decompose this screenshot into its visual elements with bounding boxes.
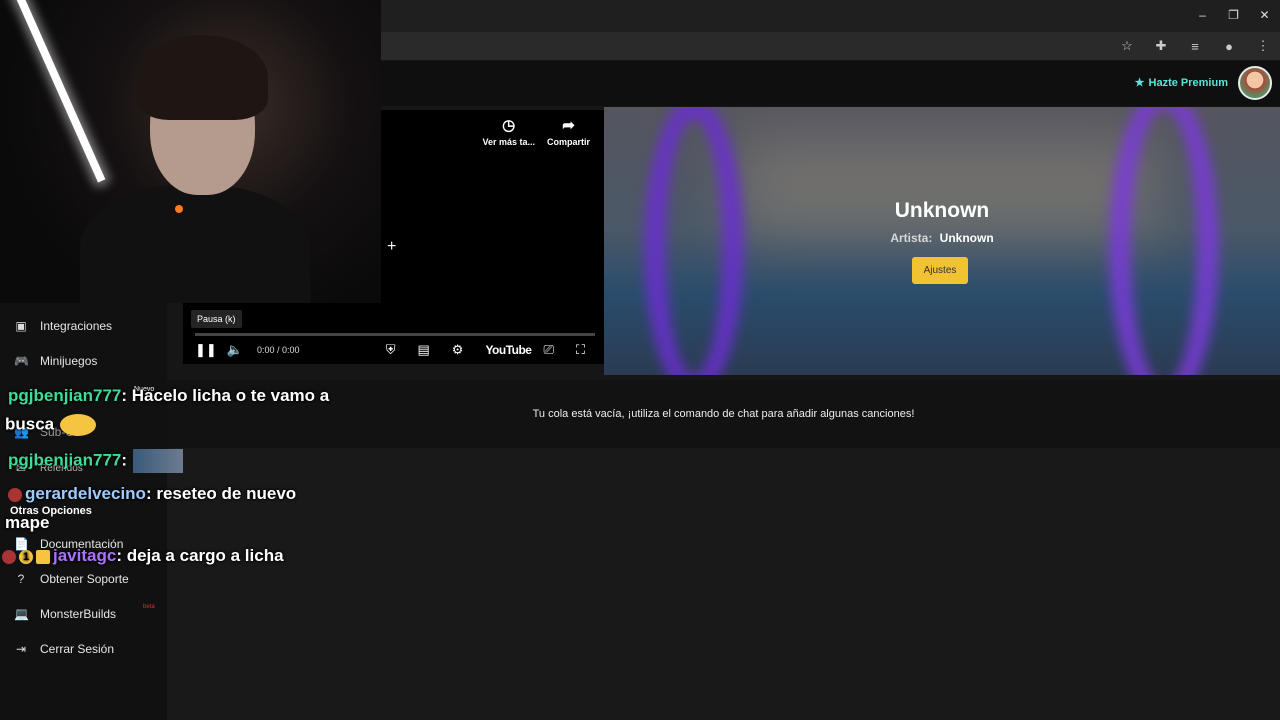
menu-icon[interactable]: ⋮	[1254, 38, 1272, 54]
artist-name: Unknown	[939, 231, 994, 245]
sidebar-item-label: Sub-Us	[40, 425, 81, 439]
media-icon[interactable]: ≡	[1186, 38, 1204, 54]
streamer-body	[80, 185, 310, 303]
sidebar-item-referidos[interactable]: ✉ Referidos	[14, 461, 83, 475]
laptop-icon: 💻	[14, 607, 29, 621]
minimize-icon[interactable]: –	[1187, 0, 1218, 30]
watch-later-label: Ver más ta...	[482, 137, 535, 147]
profile-icon[interactable]: ●	[1220, 38, 1238, 54]
logout-icon: ⇥	[15, 642, 27, 656]
avatar[interactable]	[1238, 66, 1272, 100]
queue-empty-message: Tu cola está vacía, ¡utiliza el comando …	[532, 408, 915, 420]
star-icon: ★	[1134, 77, 1145, 89]
sidebar-item-label: Referidos	[40, 462, 83, 474]
pause-icon[interactable]: ❚❚	[195, 342, 217, 358]
other-options-heading: Otras Opciones	[10, 505, 92, 517]
main-content	[167, 448, 1280, 720]
sidebar-item-label: MonsterBuilds	[40, 607, 117, 621]
time-display: 0:00 / 0:00	[256, 345, 300, 355]
settings-button[interactable]: Ajustes	[912, 257, 968, 284]
sidebar-item-label: Obtener Soporte	[40, 572, 129, 586]
toolbar-icons: ☆ ✚ ≡ ● ⋮	[1118, 38, 1272, 54]
player-controls: ❚❚ 🔈 0:00 / 0:00 ⛨ ▤ ⚙ YouTube ⎚ ⛶	[195, 340, 595, 360]
settings-icon[interactable]: ⚙	[452, 342, 464, 358]
help-icon: ?	[17, 572, 25, 586]
share-button[interactable]: ➦ Compartir	[547, 118, 590, 147]
new-tag: Nuevo	[134, 386, 155, 393]
webcam-overlay	[0, 0, 381, 303]
share-icon: ➦	[562, 117, 575, 134]
song-queue: Tu cola está vacía, ¡utiliza el comando …	[167, 380, 1280, 448]
gamepad-icon: 🎮	[14, 354, 29, 368]
youtube-logo[interactable]: YouTube	[485, 343, 532, 357]
song-banner: Unknown Artista: Unknown Ajustes	[604, 107, 1280, 375]
share-label: Compartir	[546, 137, 590, 147]
player-right-controls: ⛨ ▤ ⚙ YouTube ⎚ ⛶	[386, 342, 595, 358]
sidebar-item-label: Minijuegos	[40, 354, 98, 368]
premium-button[interactable]: ★ Hazte Premium	[1134, 76, 1228, 90]
fullscreen-icon[interactable]: ⛶	[576, 342, 585, 358]
crosshair-cursor-icon: +	[387, 238, 397, 255]
pause-tooltip: Pausa (k)	[191, 310, 242, 328]
song-title: Unknown	[894, 199, 990, 222]
volume-icon[interactable]: 🔈	[227, 342, 243, 358]
cast-icon[interactable]: ⎚	[543, 342, 553, 358]
microphone	[175, 205, 183, 213]
subtitles-icon[interactable]: ▤	[417, 342, 429, 358]
clock-icon: ◷	[502, 117, 516, 134]
extensions-icon[interactable]: ✚	[1152, 38, 1170, 54]
player-actions: ◷ Ver más ta... ➦ Compartir	[482, 118, 590, 147]
sidebar-item-integraciones[interactable]: ▣ Integraciones	[14, 319, 112, 333]
sidebar-item-label: Integraciones	[40, 319, 113, 333]
beta-tag: beta	[143, 604, 155, 610]
sidebar-item-label: Cerrar Sesión	[40, 642, 115, 656]
sidebar-item-documentacion[interactable]: 📄 Documentación	[14, 537, 123, 551]
close-icon[interactable]: ✕	[1249, 0, 1280, 30]
streamer-hair	[136, 35, 268, 120]
users-icon: 👥	[14, 425, 29, 439]
window-controls: – ❐ ✕	[1187, 0, 1280, 30]
integrations-icon: ▣	[15, 319, 27, 333]
star-icon[interactable]: ☆	[1118, 38, 1136, 54]
progress-bar[interactable]	[195, 333, 595, 336]
shield-icon[interactable]: ⛨	[386, 342, 396, 358]
artist-line: Artista: Unknown	[604, 231, 1280, 245]
sidebar-item-monsterbuilds[interactable]: 💻 MonsterBuilds	[14, 607, 116, 621]
sidebar-item-sub-us[interactable]: 👥 Sub-Us	[14, 425, 80, 439]
light-bar	[12, 0, 106, 183]
sidebar-item-label: Documentación	[40, 537, 124, 551]
sidebar-item-minijuegos[interactable]: 🎮 Minijuegos	[14, 354, 97, 368]
document-icon: 📄	[14, 537, 29, 551]
artist-label: Artista:	[890, 231, 933, 245]
restore-icon[interactable]: ❐	[1218, 0, 1249, 30]
watch-later-button[interactable]: ◷ Ver más ta...	[482, 118, 535, 147]
premium-label: Hazte Premium	[1148, 76, 1228, 89]
sidebar-item-cerrar-sesion[interactable]: ⇥ Cerrar Sesión	[14, 642, 114, 656]
sidebar-item-soporte[interactable]: ? Obtener Soporte	[14, 572, 129, 586]
mail-icon: ✉	[15, 461, 27, 475]
